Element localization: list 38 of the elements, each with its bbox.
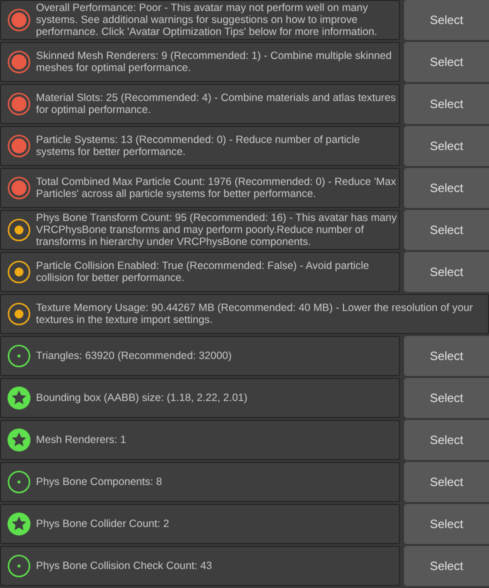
select-button[interactable]: Select bbox=[404, 0, 489, 40]
message-text: Triangles: 63920 (Recommended: 32000) bbox=[36, 350, 232, 362]
select-button[interactable]: Select bbox=[404, 84, 489, 124]
select-button[interactable]: Select bbox=[404, 42, 489, 82]
warning-icon bbox=[7, 218, 31, 242]
error-icon bbox=[7, 50, 31, 74]
message-text: Phys Bone Components: 8 bbox=[36, 476, 162, 488]
message-text: Phys Bone Transform Count: 95 (Recommended: 16) - This avatar has many VRCPhysBone transforms and may perform poorly.Reduce number of transforms in hierarchy under VRCPhysBone components. bbox=[36, 212, 398, 248]
message-text: Material Slots: 25 (Recommended: 4) - Combine materials and atlas textures for optimal performance. bbox=[36, 92, 397, 116]
warning-icon bbox=[7, 260, 31, 284]
select-button[interactable]: Select bbox=[404, 168, 489, 208]
message-text: Particle Collision Enabled: True (Recommended: False) - Avoid particle collision for better performance. bbox=[36, 260, 370, 284]
message-text: Phys Bone Collision Check Count: 43 bbox=[36, 560, 212, 572]
message-text: Mesh Renderers: 1 bbox=[36, 434, 126, 446]
select-button[interactable]: Select bbox=[404, 546, 489, 586]
select-button[interactable]: Select bbox=[404, 462, 489, 502]
error-icon bbox=[7, 92, 31, 116]
message-text: Phys Bone Collider Count: 2 bbox=[36, 518, 170, 530]
select-button[interactable]: Select bbox=[404, 252, 489, 292]
select-button[interactable]: Select bbox=[404, 210, 489, 250]
message-text: Total Combined Max Particle Count: 1976 (Recommended: 0) - Reduce 'Max Particles' across all particle systems for better performance. bbox=[36, 176, 398, 200]
error-icon bbox=[7, 176, 31, 200]
select-button[interactable]: Select bbox=[404, 420, 489, 460]
message-text: Texture Memory Usage: 90.44267 MB (Recommended: 40 MB) - Lower the resolution of your textures in the texture import settings. bbox=[36, 302, 474, 326]
message-text: Bounding box (AABB) size: (1.18, 2.22, 2.01) bbox=[36, 392, 248, 404]
ring-icon bbox=[7, 470, 31, 494]
select-button[interactable]: Select bbox=[404, 504, 489, 544]
ring-icon bbox=[7, 554, 31, 578]
message-text: Skinned Mesh Renderers: 9 (Recommended: 1) - Combine multiple skinned meshes for optimal performance. bbox=[36, 50, 393, 74]
select-button[interactable]: Select bbox=[404, 126, 489, 166]
ring-icon bbox=[7, 344, 31, 368]
error-icon bbox=[7, 134, 31, 158]
message-text: Overall Performance: Poor - This avatar may not perform well on many systems. See additional warnings for suggestions on how to improve performance. Click 'Avatar Optimization Tips' below for more information. bbox=[36, 2, 378, 38]
warning-icon bbox=[7, 302, 31, 326]
error-icon bbox=[7, 8, 31, 32]
select-button[interactable]: Select bbox=[404, 336, 489, 376]
message-text: Particle Systems: 13 (Recommended: 0) - Reduce number of particle systems for better performance. bbox=[36, 134, 361, 158]
select-button[interactable]: Select bbox=[404, 378, 489, 418]
